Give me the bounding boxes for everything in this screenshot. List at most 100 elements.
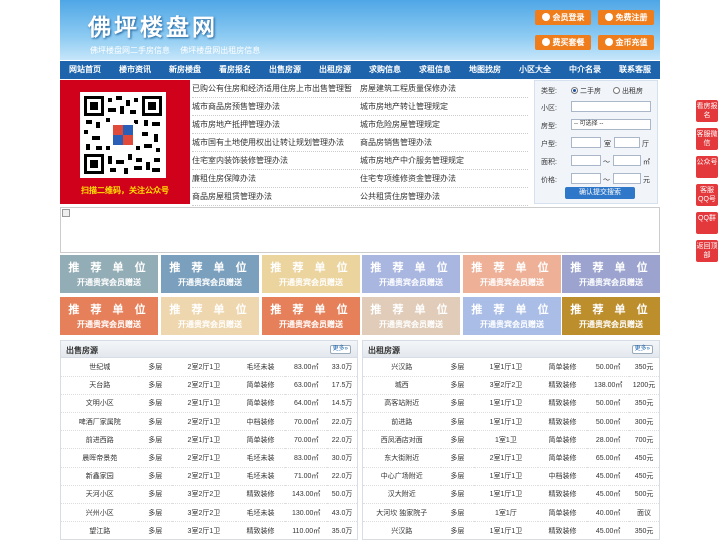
recommend-tile[interactable]: 推 荐 单 位开通贵宾会员赠送 xyxy=(562,297,660,335)
price-min-input[interactable] xyxy=(571,173,601,184)
float-viewing-signup[interactable]: 看房报名 xyxy=(696,100,718,122)
table-cell[interactable]: 文明小区 xyxy=(61,394,139,414)
regulation-link[interactable]: 住宅室内装饰装修管理办法 xyxy=(192,152,360,169)
nav-viewing-signup[interactable]: 看房报名 xyxy=(210,61,260,79)
table-cell[interactable]: 啤酒厂家属院 xyxy=(61,412,139,432)
table-row[interactable]: 啤酒厂家属院 多层 2室2厅1卫 中档装修 70.00㎡ 22.0万 xyxy=(61,412,357,432)
regulation-link[interactable]: 城市房地产转让管理规定 xyxy=(360,98,528,115)
table-cell[interactable]: 城西 xyxy=(363,376,441,395)
recommend-tile[interactable]: 推 荐 单 位开通贵宾会员赠送 xyxy=(463,255,561,293)
table-row[interactable]: 世纪城 多层 2室2厅1卫 毛坯未装 83.00㎡ 33.0万 xyxy=(61,358,357,377)
recharge-button[interactable]: 金币充值 xyxy=(598,35,654,50)
table-row[interactable]: 新鑫家园 多层 2室2厅1卫 毛坯未装 71.00㎡ 22.0万 xyxy=(61,467,357,486)
recommend-tile[interactable]: 推 荐 单 位开通贵宾会员赠送 xyxy=(60,297,158,335)
regulation-link[interactable]: 城市房地产抵押管理办法 xyxy=(192,116,360,133)
more-link[interactable]: 更多» xyxy=(631,345,653,354)
nav-wanted-buy[interactable]: 求购信息 xyxy=(360,61,410,79)
table-cell[interactable]: 西凤酒店对面 xyxy=(363,430,441,450)
table-cell[interactable]: 世纪城 xyxy=(61,358,139,377)
search-submit-button[interactable]: 确认提交搜索 xyxy=(565,187,635,199)
table-cell[interactable]: 汉大附近 xyxy=(363,485,441,505)
table-row[interactable]: 高客站附近 多层 1室1厅1卫 精致装修 50.00㎡ 350元 xyxy=(363,394,659,414)
table-row[interactable]: 兴汉路 多层 1室1厅1卫 简单装修 50.00㎡ 350元 xyxy=(363,358,659,377)
regulation-link[interactable]: 商品房销售管理办法 xyxy=(360,134,528,151)
float-qq-service[interactable]: 客服QQ号 xyxy=(696,184,718,206)
recommend-tile[interactable]: 推 荐 单 位开通贵宾会员赠送 xyxy=(161,255,259,293)
regulation-link[interactable]: 城市危险房屋管理规定 xyxy=(360,116,528,133)
table-cell[interactable]: 晨晖帝景苑 xyxy=(61,448,139,468)
table-cell[interactable]: 东大街附近 xyxy=(363,448,441,468)
recommend-tile[interactable]: 推 荐 单 位开通贵宾会员赠送 xyxy=(562,255,660,293)
regulation-link[interactable]: 廉租住房保障办法 xyxy=(192,170,360,187)
float-back-to-top[interactable]: 返回顶部 xyxy=(696,240,718,262)
table-row[interactable]: 汉大附近 多层 1室1厅1卫 精致装修 45.00㎡ 500元 xyxy=(363,485,659,505)
table-row[interactable]: 晨晖帝景苑 多层 2室2厅1卫 毛坯未装 83.00㎡ 30.0万 xyxy=(61,448,357,468)
recommend-tile[interactable]: 推 荐 单 位开通贵宾会员赠送 xyxy=(161,297,259,335)
regulation-link[interactable]: 城市房地产中介服务管理规定 xyxy=(360,152,528,169)
table-cell[interactable]: 兴州小区 xyxy=(61,503,139,523)
table-cell[interactable]: 大河坎 独家院子 xyxy=(363,503,441,523)
nav-wanted-rent[interactable]: 求租信息 xyxy=(410,61,460,79)
table-row[interactable]: 天河小区 多层 3室2厅2卫 精致装修 143.00㎡ 50.0万 xyxy=(61,485,357,505)
table-row[interactable]: 大河坎 独家院子 多层 1室1厅 简单装修 40.00㎡ 面议 xyxy=(363,503,659,523)
float-qq-group[interactable]: QQ群 xyxy=(696,212,718,234)
regulation-link[interactable]: 城市商品房预售管理办法 xyxy=(192,98,360,115)
nav-agents[interactable]: 中介名录 xyxy=(560,61,610,79)
recommend-tile[interactable]: 推 荐 单 位开通贵宾会员赠送 xyxy=(463,297,561,335)
table-cell[interactable]: 望江路 xyxy=(61,521,139,540)
nav-communities[interactable]: 小区大全 xyxy=(510,61,560,79)
more-link[interactable]: 更多» xyxy=(329,345,351,354)
table-row[interactable]: 中心广场附近 多层 1室1厅1卫 中档装修 45.00㎡ 450元 xyxy=(363,467,659,486)
regulation-link[interactable]: 房屋建筑工程质量保修办法 xyxy=(360,80,528,97)
sub-link-rent[interactable]: 佛坪楼盘网出租房信息 xyxy=(180,46,260,55)
table-row[interactable]: 文明小区 多层 2室1厅1卫 简单装修 64.00㎡ 14.5万 xyxy=(61,394,357,414)
table-row[interactable]: 西凤酒店对面 多层 1室1卫 简单装修 28.00㎡ 700元 xyxy=(363,430,659,450)
table-row[interactable]: 兴州小区 多层 3室2厅2卫 毛坯未装 130.00㎡ 43.0万 xyxy=(61,503,357,523)
table-row[interactable]: 天台路 多层 2室2厅1卫 简单装修 63.00㎡ 17.5万 xyxy=(61,376,357,395)
float-official-account[interactable]: 公众号 xyxy=(696,156,718,178)
regulation-link[interactable]: 商品房屋租赁管理办法 xyxy=(192,188,360,205)
recommend-tile[interactable]: 推 荐 单 位开通贵宾会员赠送 xyxy=(262,297,360,335)
hall-select[interactable] xyxy=(614,137,640,148)
table-cell[interactable]: 兴汉路 xyxy=(363,521,441,540)
regulation-link[interactable]: 住宅专项维修资金管理办法 xyxy=(360,170,528,187)
recommend-tile[interactable]: 推 荐 单 位开通贵宾会员赠送 xyxy=(262,255,360,293)
nav-map-search[interactable]: 地图找房 xyxy=(460,61,510,79)
table-row[interactable]: 城西 多层 3室2厅2卫 精致装修 138.00㎡ 1200元 xyxy=(363,376,659,395)
table-row[interactable]: 前进路 多层 1室1厅1卫 精致装修 50.00㎡ 300元 xyxy=(363,412,659,432)
table-cell[interactable]: 前进西路 xyxy=(61,430,139,450)
area-min-input[interactable] xyxy=(571,155,601,166)
table-cell[interactable]: 兴汉路 xyxy=(363,358,441,377)
table-cell[interactable]: 前进路 xyxy=(363,412,441,432)
nav-contact[interactable]: 联系客服 xyxy=(610,61,660,79)
regulation-link[interactable]: 城市国有土地使用权出让转让规划管理办法 xyxy=(192,134,360,151)
table-cell[interactable]: 新鑫家园 xyxy=(61,467,139,486)
price-max-input[interactable] xyxy=(613,173,641,184)
nav-news[interactable]: 楼市资讯 xyxy=(110,61,160,79)
type-radio-sale[interactable]: 二手房 xyxy=(571,86,601,96)
nav-for-sale[interactable]: 出售房源 xyxy=(260,61,310,79)
style-select[interactable]: -- 可选择 -- xyxy=(571,119,651,130)
nav-for-rent[interactable]: 出租房源 xyxy=(310,61,360,79)
recommend-tile[interactable]: 推 荐 单 位开通贵宾会员赠送 xyxy=(362,255,460,293)
float-wechat-service[interactable]: 客服微信 xyxy=(696,128,718,150)
table-row[interactable]: 东大街附近 多层 2室1厅1卫 简单装修 65.00㎡ 450元 xyxy=(363,448,659,468)
recommend-tile[interactable]: 推 荐 单 位开通贵宾会员赠送 xyxy=(60,255,158,293)
type-radio-rent[interactable]: 出租房 xyxy=(613,86,643,96)
site-logo[interactable]: 佛坪楼盘网 xyxy=(88,8,218,42)
register-button[interactable]: 免费注册 xyxy=(598,10,654,25)
community-input[interactable] xyxy=(571,101,651,112)
table-cell[interactable]: 天河小区 xyxy=(61,485,139,505)
ad-banner[interactable] xyxy=(60,207,660,253)
nav-home[interactable]: 网站首页 xyxy=(60,61,110,79)
login-button[interactable]: 会员登录 xyxy=(535,10,591,25)
package-button[interactable]: 费买套餐 xyxy=(535,35,591,50)
room-select[interactable] xyxy=(571,137,601,148)
table-row[interactable]: 望江路 多层 3室2厅1卫 精致装修 110.00㎡ 35.0万 xyxy=(61,521,357,540)
recommend-tile[interactable]: 推 荐 单 位开通贵宾会员赠送 xyxy=(362,297,460,335)
table-row[interactable]: 前进西路 多层 2室1厅1卫 简单装修 70.00㎡ 22.0万 xyxy=(61,430,357,450)
nav-new-homes[interactable]: 新房楼盘 xyxy=(160,61,210,79)
regulation-link[interactable]: 已购公有住房和经济适用住房上市出售管理暂 xyxy=(192,80,360,97)
area-max-input[interactable] xyxy=(613,155,641,166)
table-cell[interactable]: 高客站附近 xyxy=(363,394,441,414)
